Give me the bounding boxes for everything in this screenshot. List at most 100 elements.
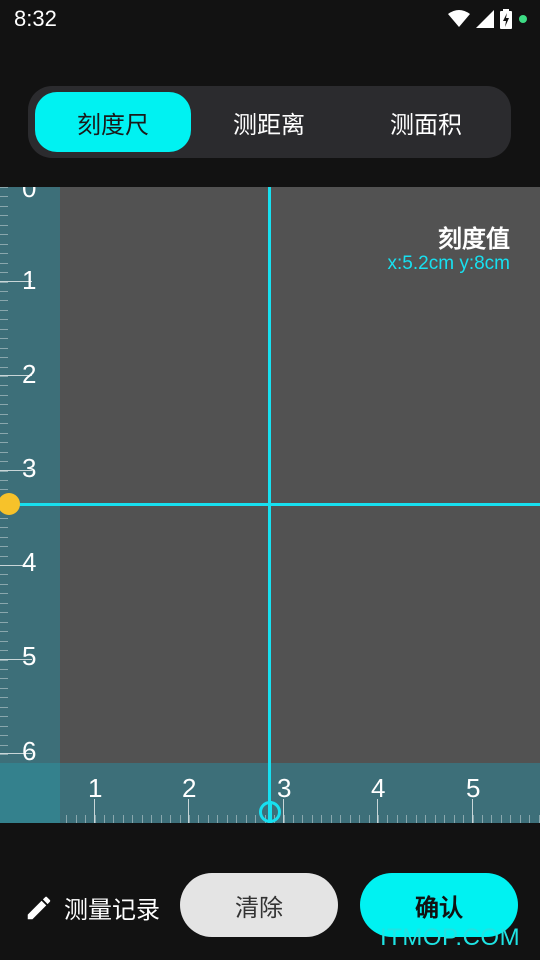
pencil-icon — [27, 896, 51, 919]
vertical-ruler-label: 0 — [22, 187, 37, 203]
vertical-minor-tick — [0, 725, 8, 727]
vertical-minor-tick — [0, 678, 8, 680]
vertical-minor-tick — [0, 489, 8, 491]
vertical-minor-tick — [0, 527, 8, 529]
vertical-ruler-label: 5 — [22, 641, 37, 671]
horizontal-ruler-label: 2 — [182, 773, 197, 803]
horizontal-minor-tick — [189, 815, 190, 823]
vertical-minor-tick — [0, 687, 8, 689]
horizontal-minor-tick — [434, 815, 436, 823]
crosshair-horizontal-line[interactable] — [0, 503, 540, 506]
horizontal-minor-tick — [113, 815, 115, 823]
vertical-minor-tick — [0, 196, 8, 198]
vertical-minor-tick — [0, 574, 8, 576]
horizontal-minor-tick — [359, 815, 361, 823]
vertical-minor-tick — [0, 366, 8, 368]
vertical-minor-tick — [0, 631, 8, 633]
wifi-icon — [448, 10, 470, 27]
horizontal-minor-tick — [519, 815, 521, 823]
vertical-ruler-label: 4 — [22, 547, 37, 577]
vertical-minor-tick — [0, 338, 8, 340]
readout-title: 刻度值 — [438, 225, 510, 253]
vertical-minor-tick — [0, 234, 8, 236]
horizontal-minor-tick — [311, 815, 313, 823]
horizontal-ruler-label: 5 — [466, 773, 481, 803]
vertical-minor-tick — [0, 442, 8, 444]
vertical-minor-tick — [0, 583, 8, 585]
vertical-minor-tick — [0, 187, 8, 188]
horizontal-minor-tick — [292, 815, 294, 823]
horizontal-minor-tick — [510, 815, 512, 823]
horizontal-ruler-label: 1 — [88, 773, 103, 803]
vertical-minor-tick — [0, 451, 8, 453]
horizontal-minor-tick — [302, 815, 304, 823]
tab-distance[interactable]: 测距离 — [191, 92, 347, 152]
horizontal-minor-tick — [406, 815, 408, 823]
records-button[interactable]: 测量记录 — [24, 890, 160, 925]
vertical-minor-tick — [0, 319, 8, 321]
horizontal-drag-handle[interactable] — [259, 801, 281, 823]
horizontal-minor-tick — [160, 815, 162, 823]
horizontal-minor-tick — [226, 815, 228, 823]
horizontal-minor-tick — [491, 815, 493, 823]
horizontal-minor-tick — [321, 815, 323, 823]
vertical-minor-tick — [0, 300, 8, 302]
horizontal-minor-tick — [444, 815, 446, 823]
horizontal-minor-tick — [481, 815, 483, 823]
vertical-minor-tick — [0, 413, 8, 415]
vertical-minor-tick — [0, 357, 8, 359]
vertical-minor-tick — [0, 262, 8, 264]
app-screen: 8:32 刻度尺 测距离 测面积 0123456 012345 — [0, 0, 540, 960]
vertical-minor-tick — [0, 517, 8, 519]
horizontal-minor-tick — [340, 815, 342, 823]
vertical-minor-tick — [0, 215, 8, 217]
vertical-minor-tick — [0, 224, 8, 226]
vertical-minor-tick — [0, 328, 8, 330]
horizontal-minor-tick — [387, 815, 389, 823]
vertical-minor-tick — [0, 423, 8, 425]
vertical-ruler-label: 3 — [22, 453, 37, 483]
horizontal-minor-tick — [85, 815, 87, 823]
watermark: ITMOP.COM — [380, 924, 521, 951]
vertical-minor-tick — [0, 754, 8, 755]
horizontal-minor-tick — [415, 815, 417, 823]
horizontal-minor-tick — [75, 815, 77, 823]
clear-button[interactable]: 清除 — [180, 873, 338, 937]
readout-value: x:5.2cm y:8cm — [387, 253, 510, 274]
vertical-minor-tick — [0, 621, 8, 623]
tab-ruler[interactable]: 刻度尺 — [35, 92, 191, 152]
horizontal-minor-tick — [207, 815, 209, 823]
horizontal-minor-tick — [151, 815, 153, 823]
vertical-minor-tick — [0, 546, 8, 548]
status-bar: 8:32 — [0, 0, 540, 40]
horizontal-minor-tick — [283, 815, 285, 823]
horizontal-minor-tick — [179, 815, 181, 823]
horizontal-minor-tick — [245, 815, 247, 823]
vertical-minor-tick — [0, 602, 8, 604]
horizontal-minor-tick — [472, 815, 474, 823]
measure-canvas[interactable]: 0123456 012345 刻度值 x:5.2cm y:8cm — [0, 187, 540, 823]
vertical-minor-tick — [0, 253, 8, 255]
vertical-minor-tick — [0, 565, 8, 566]
vertical-ruler-label: 1 — [22, 265, 37, 295]
horizontal-minor-tick — [236, 815, 238, 823]
vertical-minor-tick — [0, 376, 8, 377]
horizontal-minor-tick — [141, 815, 143, 823]
horizontal-minor-tick — [368, 815, 370, 823]
horizontal-minor-tick — [94, 815, 96, 823]
vertical-minor-tick — [0, 461, 8, 463]
vertical-minor-tick — [0, 432, 8, 434]
vertical-minor-tick — [0, 716, 8, 718]
horizontal-minor-tick — [349, 815, 351, 823]
horizontal-ruler-label: 4 — [371, 773, 386, 803]
tab-area[interactable]: 测面积 — [348, 92, 504, 152]
vertical-minor-tick — [0, 394, 8, 396]
ruler-corner — [0, 763, 60, 823]
status-time: 8:32 — [14, 6, 57, 31]
vertical-minor-tick — [0, 470, 8, 472]
horizontal-minor-tick — [378, 815, 379, 823]
vertical-minor-tick — [0, 668, 8, 670]
vertical-minor-tick — [0, 659, 8, 661]
horizontal-minor-tick — [255, 815, 257, 823]
vertical-minor-tick — [0, 205, 8, 207]
